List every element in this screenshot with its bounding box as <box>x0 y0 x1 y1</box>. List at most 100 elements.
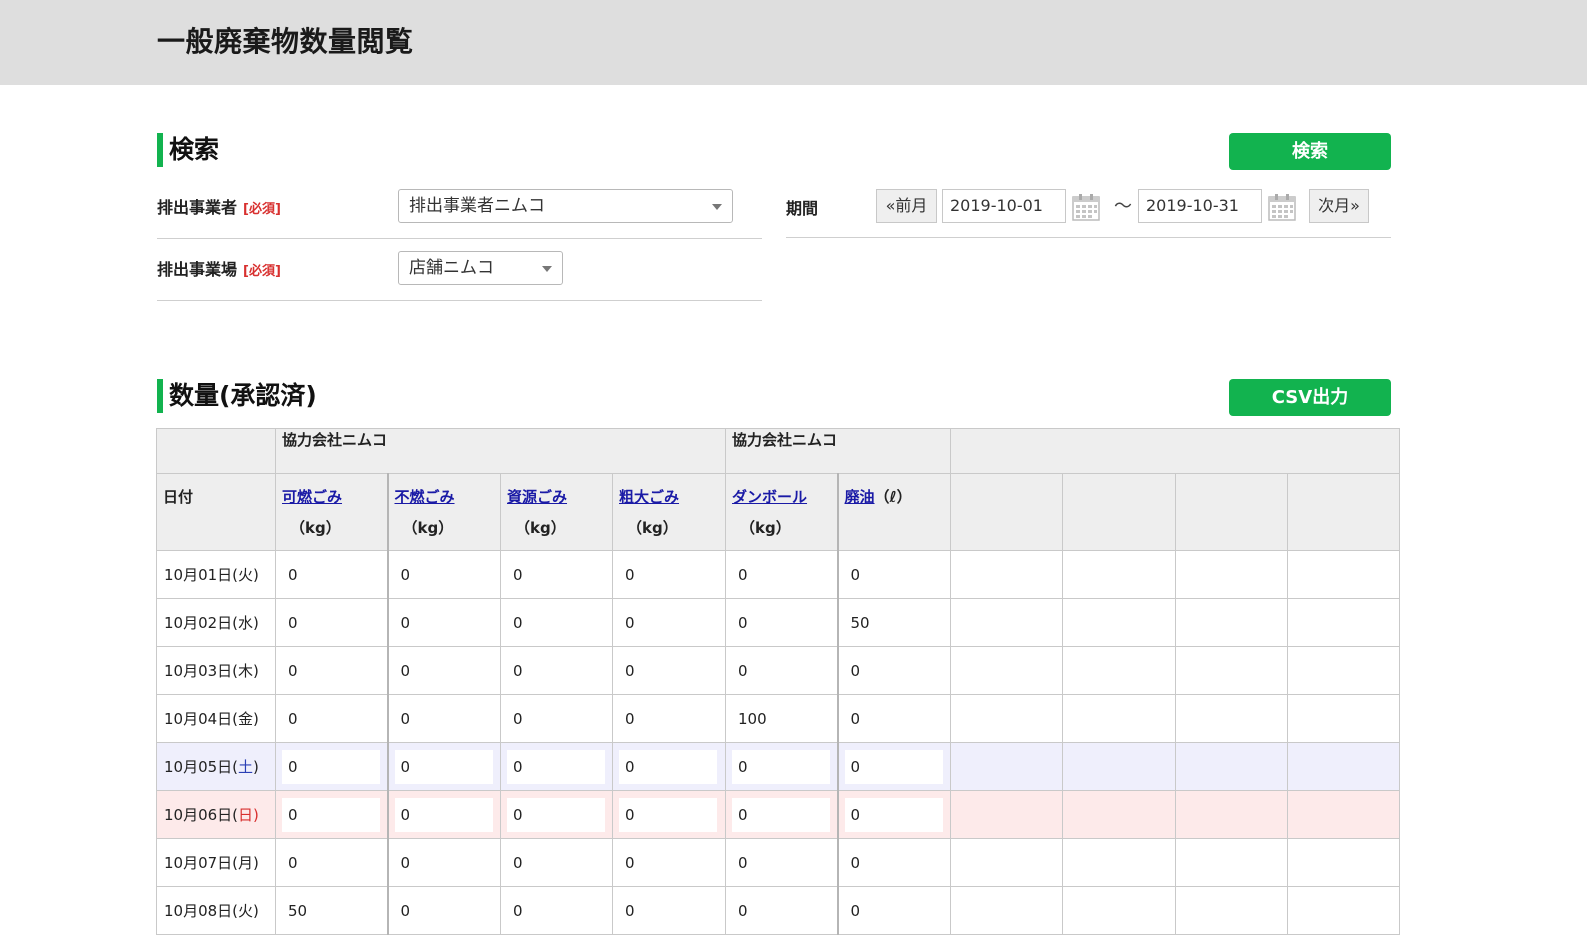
value-cell[interactable]: 0 <box>387 790 501 839</box>
value-cell[interactable]: 0 <box>500 742 613 791</box>
column-header: ダンボール （kg） <box>725 473 839 551</box>
empty-cell <box>950 742 1064 791</box>
date-cell: 10月05日(土) <box>156 742 276 791</box>
empty-cell <box>1062 790 1177 839</box>
value-cell[interactable]: 0 <box>275 790 389 839</box>
value-cell: 0 <box>500 886 613 935</box>
quantity-input[interactable]: 0 <box>282 749 380 784</box>
empty-cell <box>1175 838 1289 887</box>
date-to-input[interactable]: 2019-10-31 <box>1138 189 1262 223</box>
calendar-icon[interactable] <box>1267 192 1297 222</box>
value-cell: 0 <box>611 598 727 647</box>
quantity-input[interactable]: 0 <box>619 749 717 784</box>
column-header: 粗大ごみ （kg） <box>611 473 727 551</box>
value-cell[interactable]: 0 <box>725 742 839 791</box>
search-button[interactable]: 検索 <box>1229 133 1391 170</box>
value-cell[interactable]: 0 <box>837 790 952 839</box>
date-cell: 10月02日(水) <box>156 598 276 647</box>
value-cell[interactable]: 0 <box>725 790 839 839</box>
column-header-empty <box>1175 473 1289 551</box>
empty-cell <box>1287 790 1401 839</box>
quantity-input[interactable]: 0 <box>507 797 605 832</box>
quantity-input[interactable]: 0 <box>732 797 831 832</box>
value-cell[interactable]: 0 <box>275 742 389 791</box>
empty-cell <box>950 646 1064 695</box>
quantity-input[interactable]: 0 <box>844 749 943 784</box>
column-link[interactable]: 粗大ごみ <box>619 488 679 506</box>
prev-month-button[interactable]: «前月 <box>876 189 937 223</box>
date-cell: 10月01日(火) <box>156 550 276 599</box>
date-cell: 10月03日(木) <box>156 646 276 695</box>
empty-cell <box>1062 598 1177 647</box>
value-cell: 0 <box>387 550 501 599</box>
column-link[interactable]: 廃油 <box>845 488 875 506</box>
column-link[interactable]: 資源ごみ <box>507 488 567 506</box>
value-cell[interactable]: 0 <box>387 742 501 791</box>
empty-cell <box>1175 646 1289 695</box>
calendar-icon[interactable] <box>1071 192 1101 222</box>
empty-cell <box>1062 886 1177 935</box>
value-cell: 0 <box>387 886 501 935</box>
quantity-section-title: 数量(承認済) <box>157 379 317 413</box>
required-badge: [必須] <box>243 202 281 217</box>
empty-cell <box>1287 694 1401 743</box>
value-cell: 50 <box>837 598 952 647</box>
value-cell[interactable]: 0 <box>611 790 727 839</box>
site-select[interactable]: 店舗ニムコ <box>398 251 563 285</box>
value-cell[interactable]: 0 <box>611 742 727 791</box>
value-cell[interactable]: 0 <box>837 742 952 791</box>
value-cell[interactable]: 0 <box>500 790 613 839</box>
value-cell: 0 <box>500 694 613 743</box>
quantity-input[interactable]: 0 <box>619 797 717 832</box>
chevron-down-icon <box>542 266 552 272</box>
value-cell: 0 <box>611 886 727 935</box>
quantity-input[interactable]: 0 <box>282 797 380 832</box>
value-cell: 0 <box>611 550 727 599</box>
column-link[interactable]: 不燃ごみ <box>395 488 455 506</box>
column-link[interactable]: 可燃ごみ <box>282 488 342 506</box>
table-row: 10月04日(金) 0 0 0 0 100 0 <box>156 694 1401 743</box>
quantity-input[interactable]: 0 <box>732 749 831 784</box>
quantity-input[interactable]: 0 <box>507 749 605 784</box>
column-header-empty <box>950 473 1064 551</box>
date-cell: 10月04日(金) <box>156 694 276 743</box>
value-cell: 0 <box>275 598 389 647</box>
table-row: 10月06日(日) 0 0 0 0 0 0 <box>156 790 1401 839</box>
value-cell: 0 <box>275 838 389 887</box>
csv-export-button[interactable]: CSV出力 <box>1229 379 1391 416</box>
empty-cell <box>1175 742 1289 791</box>
quantity-input[interactable]: 0 <box>394 749 493 784</box>
column-link[interactable]: ダンボール <box>732 488 807 506</box>
discharger-label: 排出事業者 [必須] <box>157 198 281 217</box>
discharger-row: 排出事業者 [必須] 排出事業者ニムコ <box>157 189 762 239</box>
empty-cell <box>1287 886 1401 935</box>
table-row: 10月01日(火) 0 0 0 0 0 0 <box>156 550 1401 599</box>
range-separator: ～ <box>1114 196 1132 217</box>
empty-cell <box>1062 742 1177 791</box>
period-label: 期間 <box>786 199 819 218</box>
column-header-empty <box>1062 473 1177 551</box>
discharger-select[interactable]: 排出事業者ニムコ <box>398 189 733 223</box>
date-from-input[interactable]: 2019-10-01 <box>942 189 1066 223</box>
column-header: 資源ごみ （kg） <box>500 473 613 551</box>
empty-cell <box>1175 886 1289 935</box>
group-header-empty <box>156 428 276 474</box>
table-row: 10月08日(火) 50 0 0 0 0 0 <box>156 886 1401 935</box>
value-cell: 0 <box>611 646 727 695</box>
value-cell: 0 <box>387 694 501 743</box>
date-cell: 10月08日(火) <box>156 886 276 935</box>
value-cell: 0 <box>837 550 952 599</box>
group-header: 協力会社ニムコ <box>725 428 952 474</box>
next-month-button[interactable]: 次月» <box>1309 189 1369 223</box>
quantity-input[interactable]: 0 <box>394 797 493 832</box>
quantity-input[interactable]: 0 <box>844 797 943 832</box>
empty-cell <box>950 550 1064 599</box>
value-cell: 0 <box>275 646 389 695</box>
value-cell: 0 <box>725 598 839 647</box>
value-cell: 0 <box>837 886 952 935</box>
empty-cell <box>1175 598 1289 647</box>
required-badge: [必須] <box>243 264 281 279</box>
empty-cell <box>1062 838 1177 887</box>
value-cell: 0 <box>500 646 613 695</box>
value-cell: 0 <box>837 646 952 695</box>
